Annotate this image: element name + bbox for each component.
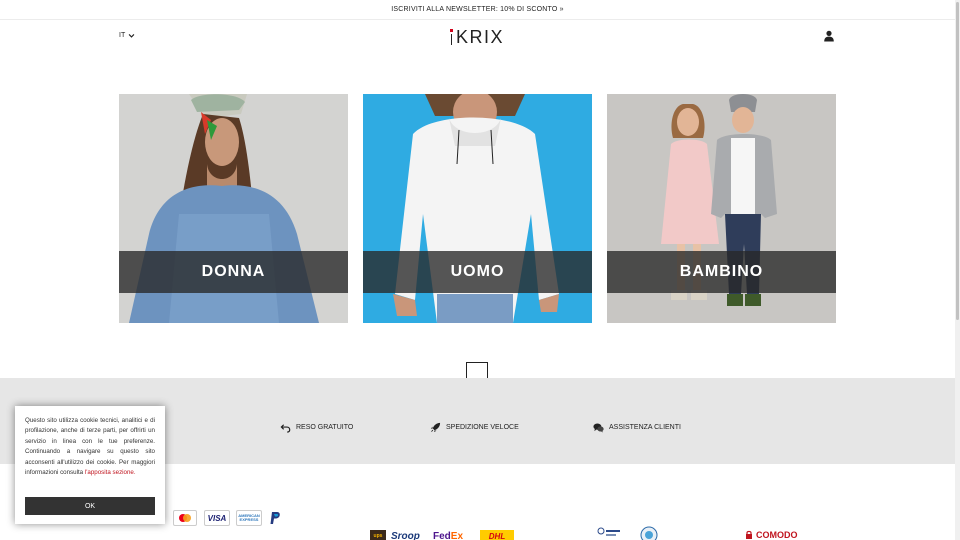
chat-bubbles-icon [593, 423, 604, 433]
feature-label: SPEDIZIONE VELOCE [446, 424, 519, 431]
ecommerce-certificate-icon [597, 527, 620, 536]
category-label-band: DONNA [119, 251, 348, 293]
language-label: IT [119, 32, 126, 39]
site-header: IT KRIX [0, 20, 955, 56]
cookie-message: Questo sito utilizza cookie tecnici, ana… [25, 417, 155, 477]
dhl-logo: DHL [480, 530, 514, 540]
feature-free-returns[interactable]: RESO GRATUITO [280, 422, 353, 433]
category-label-band: BAMBINO [607, 251, 836, 293]
cookie-text: Questo sito utilizza cookie tecnici, ana… [25, 416, 155, 478]
fedex-logo-part-b: Ex [450, 530, 464, 540]
language-selector[interactable]: IT [119, 32, 135, 39]
return-arrow-icon [280, 424, 291, 433]
fedex-logo: Fed Ex [433, 530, 463, 540]
logo-text: KRIX [456, 26, 505, 47]
comodo-label: COMODO [756, 530, 798, 540]
visa-logo: VISA [204, 510, 230, 526]
newsletter-banner: ISCRIVITI ALLA NEWSLETTER: 10% DI SCONTO… [0, 0, 955, 20]
category-card-uomo[interactable]: UOMO [363, 94, 592, 323]
page-scrollbar[interactable] [955, 0, 960, 540]
scrollbar-thumb[interactable] [956, 2, 959, 320]
logo-i-mark [449, 29, 454, 45]
lock-icon [746, 530, 752, 539]
category-label-donna: DONNA [201, 263, 266, 280]
user-icon[interactable] [823, 30, 835, 42]
cookie-accept-button[interactable]: OK [25, 497, 155, 515]
page: ISCRIVITI ALLA NEWSLETTER: 10% DI SCONTO… [0, 0, 960, 540]
cookie-policy-link[interactable]: l'apposita sezione. [85, 469, 136, 476]
cookie-banner: Questo sito utilizza cookie tecnici, ana… [15, 406, 165, 524]
site-logo[interactable]: KRIX [449, 27, 504, 47]
mastercard-logo [173, 510, 197, 526]
category-label-uomo: UOMO [450, 263, 505, 280]
fedex-logo-part-a: Fed [433, 530, 451, 540]
ups-logo: ups [370, 530, 386, 540]
feature-label: RESO GRATUITO [296, 424, 354, 431]
trust-seal-icon [640, 526, 658, 540]
feature-customer-support[interactable]: ASSISTENZA CLIENTI [593, 422, 681, 433]
feature-label: ASSISTENZA CLIENTI [609, 424, 681, 431]
feature-fast-shipping[interactable]: SPEDIZIONE VELOCE [430, 422, 519, 433]
newsletter-link[interactable]: ISCRIVITI ALLA NEWSLETTER: 10% DI SCONTO… [391, 6, 563, 13]
category-card-bambino[interactable]: BAMBINO [607, 94, 836, 323]
category-card-donna[interactable]: DONNA [119, 94, 348, 323]
paypal-logo [268, 510, 282, 526]
category-label-bambino: BAMBINO [679, 263, 764, 280]
comodo-badge: COMODO [744, 530, 798, 540]
category-label-band: UOMO [363, 251, 592, 293]
amex-logo: AMERICAN EXPRESS [236, 510, 262, 526]
sda-logo: Sroop [391, 530, 420, 540]
chevron-down-icon [128, 34, 135, 38]
rocket-icon [430, 422, 441, 433]
